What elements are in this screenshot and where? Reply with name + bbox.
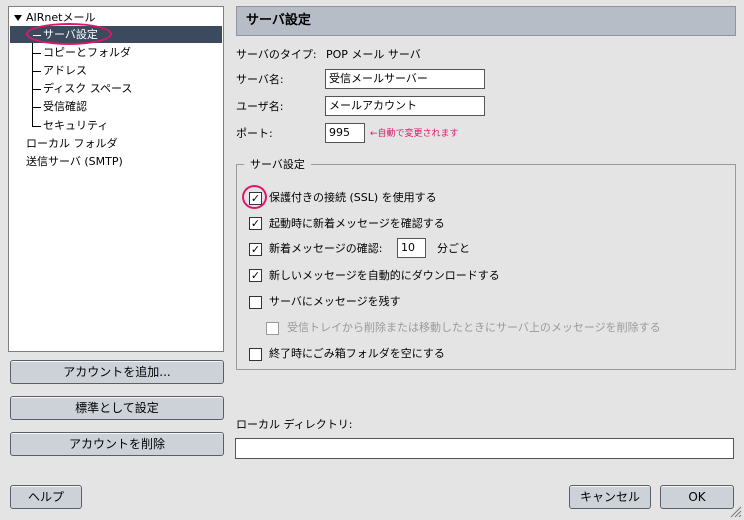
delete-from-server-label: 受信トレイから削除または移動したときにサーバ上のメッセージを削除する	[287, 321, 661, 334]
tree-item-addressing[interactable]: アドレス	[43, 62, 87, 79]
expand-triangle-icon[interactable]	[14, 15, 22, 21]
tree-connector	[33, 53, 41, 54]
leave-on-server-checkbox[interactable]	[249, 296, 262, 309]
checkmark-icon: ✓	[250, 269, 261, 282]
cancel-button[interactable]: キャンセル	[569, 485, 651, 509]
tree-item-smtp[interactable]: 送信サーバ (SMTP)	[26, 153, 123, 170]
checkmark-icon: ✓	[250, 217, 261, 230]
tree-item-security[interactable]: セキュリティ	[43, 117, 108, 134]
local-directory-label: ローカル ディレクトリ:	[236, 418, 353, 431]
leave-on-server-label: サーバにメッセージを残す	[269, 295, 401, 308]
check-on-startup-checkbox[interactable]: ✓	[249, 217, 262, 230]
tree-connector	[33, 71, 41, 72]
check-on-startup-label: 起動時に新着メッセージを確認する	[269, 217, 445, 230]
checkmark-icon: ✓	[250, 243, 261, 256]
server-type-value: POP メール サーバ	[326, 48, 421, 61]
auto-download-label: 新しいメッセージを自動的にダウンロードする	[269, 269, 500, 282]
local-directory-input[interactable]	[235, 438, 734, 459]
check-minutes-input[interactable]: 10	[397, 238, 426, 258]
tree-item-copies-folders[interactable]: コピーとフォルダ	[43, 44, 131, 61]
account-tree[interactable]: AIRnetメール サーバ設定 コピーとフォルダ アドレス ディスク スペース …	[8, 6, 224, 352]
empty-trash-checkbox[interactable]	[249, 348, 262, 361]
tree-item-disk-space[interactable]: ディスク スペース	[43, 80, 132, 97]
ssl-label: 保護付きの接続 (SSL) を使用する	[269, 191, 437, 204]
add-account-button[interactable]: アカウントを追加...	[10, 360, 224, 384]
tree-connector	[33, 89, 41, 90]
user-name-input[interactable]: メールアカウント	[325, 96, 485, 116]
server-type-label: サーバのタイプ:	[236, 48, 317, 61]
delete-from-server-checkbox[interactable]	[266, 322, 279, 335]
auto-download-checkbox[interactable]: ✓	[249, 269, 262, 282]
server-name-input[interactable]: 受信メールサーバー	[325, 69, 485, 89]
highlight-circle-tree	[26, 23, 112, 45]
help-button[interactable]: ヘルプ	[10, 485, 82, 509]
minutes-unit-label: 分ごと	[437, 242, 470, 255]
check-every-checkbox[interactable]: ✓	[249, 243, 262, 256]
empty-trash-label: 終了時にごみ箱フォルダを空にする	[269, 347, 445, 360]
set-default-button[interactable]: 標準として設定	[10, 396, 224, 420]
port-note: ←自動で変更されます	[370, 129, 459, 139]
check-every-label: 新着メッセージの確認:	[269, 242, 383, 255]
tree-item-local-folders[interactable]: ローカル フォルダ	[26, 135, 118, 152]
tree-item-return-receipts[interactable]: 受信確認	[43, 98, 87, 115]
tree-connector	[33, 107, 41, 108]
resize-grip-icon[interactable]	[728, 504, 742, 518]
highlight-circle-ssl	[242, 185, 267, 209]
remove-account-button[interactable]: アカウントを削除	[10, 432, 224, 456]
port-label: ポート:	[236, 127, 273, 140]
user-name-label: ユーザ名:	[236, 100, 284, 113]
server-name-label: サーバ名:	[236, 73, 284, 86]
group-title: サーバ設定	[244, 156, 311, 172]
ok-button[interactable]: OK	[660, 485, 734, 509]
page-title: サーバ設定	[236, 6, 736, 36]
tree-connector	[33, 126, 41, 127]
port-input[interactable]: 995	[325, 123, 365, 143]
